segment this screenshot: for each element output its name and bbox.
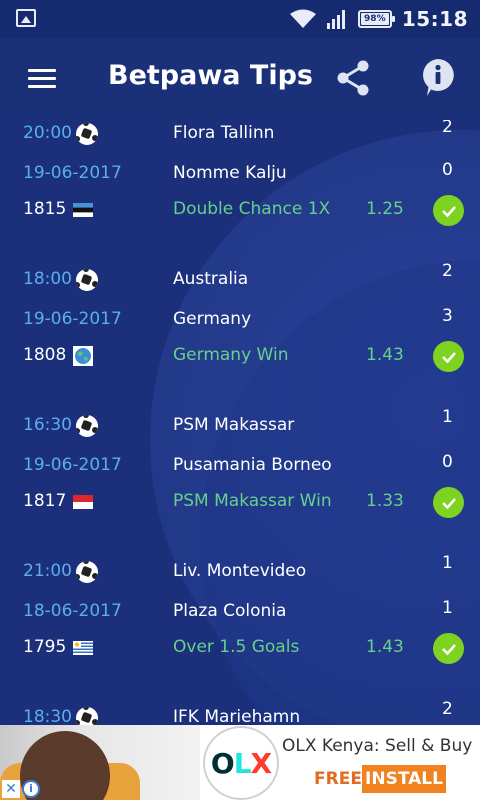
away-team: Nomme Kalju (173, 163, 287, 183)
status-icons: 98% 15:18 (289, 0, 468, 38)
ad-banner[interactable]: ✕ i OLX OLX Kenya: Sell & Buy ... FREE I… (0, 725, 480, 800)
match-odds: 1.43 (366, 637, 404, 657)
menu-icon[interactable] (28, 69, 56, 89)
indonesia-flag-icon (73, 495, 93, 509)
check-icon (433, 633, 464, 664)
home-score: 2 (442, 120, 453, 137)
match-odds: 1.33 (366, 491, 404, 511)
home-score: 1 (442, 553, 453, 573)
soccer-ball-icon (76, 561, 98, 583)
home-score: 2 (442, 699, 453, 719)
match-time: 21:00 (23, 561, 72, 581)
list-item[interactable]: 18:00 Australia 2 19-06-2017 Germany 3 1… (0, 261, 480, 396)
app-bar: Betpawa Tips (0, 38, 480, 120)
match-date: 19-06-2017 (23, 309, 122, 329)
match-id: 1815 (23, 199, 67, 219)
match-time: 18:00 (23, 269, 72, 289)
match-odds: 1.25 (366, 199, 404, 219)
match-id: 1817 (23, 491, 67, 511)
signal-icon (326, 10, 345, 29)
ad-title: OLX Kenya: Sell & Buy ... (282, 736, 474, 756)
match-id: 1808 (23, 345, 67, 365)
list-item[interactable]: 21:00 Liv. Montevideo 1 18-06-2017 Plaza… (0, 553, 480, 688)
battery-icon: 98% (357, 10, 395, 28)
olx-logo: OLX (203, 726, 279, 800)
app-title: Betpawa Tips (108, 60, 313, 91)
home-team: PSM Makassar (173, 415, 295, 435)
info-icon[interactable] (421, 58, 455, 98)
ad-info-icon[interactable]: i (22, 780, 40, 798)
away-score: 1 (442, 598, 453, 618)
share-icon[interactable] (336, 60, 370, 96)
status-clock: 15:18 (401, 7, 468, 31)
ad-free-label: FREE (314, 769, 362, 789)
match-odds: 1.43 (366, 345, 404, 365)
away-score: 0 (442, 452, 453, 472)
ad-install-button[interactable]: INSTALL (362, 765, 446, 793)
check-icon (433, 341, 464, 372)
match-date: 19-06-2017 (23, 163, 122, 183)
match-tip: PSM Makassar Win (173, 491, 332, 511)
gallery-notification-icon (16, 9, 36, 27)
away-team: Pusamania Borneo (173, 455, 332, 475)
world-icon (73, 346, 93, 366)
check-icon (433, 487, 464, 518)
battery-percent: 98% (360, 13, 389, 25)
soccer-ball-icon (76, 123, 98, 145)
home-score: 2 (442, 261, 453, 281)
list-item[interactable]: 20:00 Flora Tallinn 2 19-06-2017 Nomme K… (0, 120, 480, 250)
home-team: Flora Tallinn (173, 123, 275, 143)
wifi-icon (289, 9, 316, 28)
soccer-ball-icon (76, 707, 98, 725)
home-team: Liv. Montevideo (173, 561, 307, 581)
match-tip: Germany Win (173, 345, 289, 365)
match-time: 18:30 (23, 707, 72, 725)
match-time: 20:00 (23, 123, 72, 143)
match-tip: Over 1.5 Goals (173, 637, 300, 657)
match-time: 16:30 (23, 415, 72, 435)
away-score: 0 (442, 160, 453, 180)
match-date: 19-06-2017 (23, 455, 122, 475)
status-bar: 98% 15:18 (0, 0, 480, 38)
match-id: 1795 (23, 637, 67, 657)
match-list: 20:00 Flora Tallinn 2 19-06-2017 Nomme K… (0, 120, 480, 725)
estonia-flag-icon (73, 203, 93, 217)
match-date: 18-06-2017 (23, 601, 122, 621)
soccer-ball-icon (76, 269, 98, 291)
list-item[interactable]: 16:30 PSM Makassar 1 19-06-2017 Pusamani… (0, 407, 480, 542)
home-score: 1 (442, 407, 453, 427)
home-team: Australia (173, 269, 249, 289)
check-icon (433, 195, 464, 226)
list-item[interactable]: 18:30 IFK Mariehamn 2 (0, 699, 480, 725)
away-score: 3 (442, 306, 453, 326)
match-tip: Double Chance 1X (173, 199, 331, 219)
ad-close-icon[interactable]: ✕ (2, 780, 20, 798)
home-team: IFK Mariehamn (173, 707, 301, 725)
soccer-ball-icon (76, 415, 98, 437)
away-team: Plaza Colonia (173, 601, 287, 621)
uruguay-flag-icon (73, 641, 93, 655)
away-team: Germany (173, 309, 252, 329)
